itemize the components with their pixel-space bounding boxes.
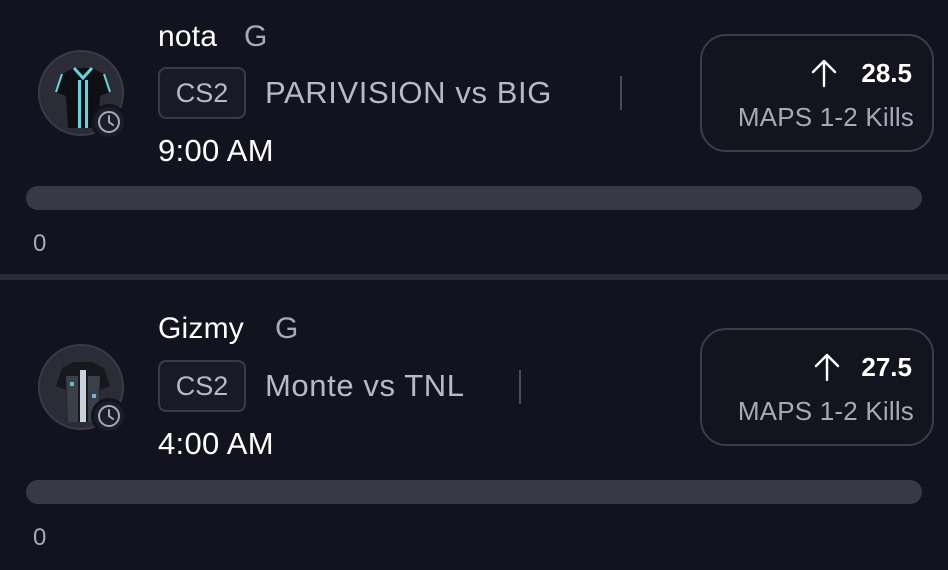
- arrow-up-icon: [811, 59, 837, 88]
- player-name: nota: [158, 20, 218, 53]
- stat-label: MAPS 1-2 Kills: [737, 102, 914, 132]
- progress-count: 0: [33, 230, 47, 257]
- matchup-separator: [519, 370, 521, 404]
- player-position: G: [244, 20, 268, 53]
- matchup: PARIVISION vs BIG: [265, 75, 552, 110]
- line-selector[interactable]: 28.5 MAPS 1-2 Kills: [700, 34, 934, 152]
- progress-bar: [26, 480, 922, 504]
- card-divider: [0, 274, 948, 280]
- line-value: 27.5: [861, 352, 912, 382]
- match-time: 9:00 AM: [158, 133, 274, 168]
- clock-icon: [91, 104, 127, 140]
- matchup: Monte vs TNL: [265, 368, 465, 403]
- matchup-separator: [620, 76, 622, 110]
- stat-label: MAPS 1-2 Kills: [737, 396, 914, 426]
- pick-card[interactable]: Gizmy G CS2 Monte vs TNL 4:00 AM 27.5 MA…: [0, 282, 948, 570]
- match-time: 4:00 AM: [158, 426, 274, 461]
- arrow-up-icon: [814, 353, 840, 382]
- clock-icon: [91, 398, 127, 434]
- game-chip: CS2: [158, 67, 246, 119]
- player-name: Gizmy: [158, 312, 244, 345]
- progress-count: 0: [33, 524, 47, 551]
- progress-bar: [26, 186, 922, 210]
- line-value: 28.5: [861, 58, 912, 88]
- pick-card[interactable]: nota G CS2 PARIVISION vs BIG 9:00 AM 28.…: [0, 0, 948, 276]
- player-position: G: [275, 312, 299, 345]
- game-chip: CS2: [158, 360, 246, 412]
- line-selector[interactable]: 27.5 MAPS 1-2 Kills: [700, 328, 934, 446]
